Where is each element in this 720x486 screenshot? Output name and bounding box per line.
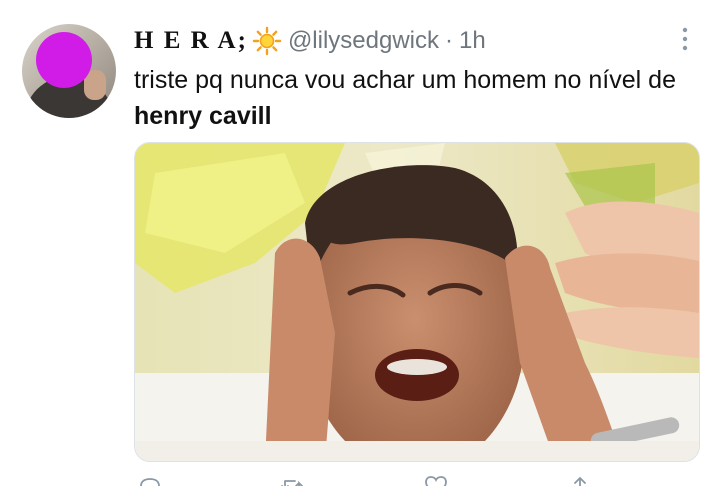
- like-icon[interactable]: [424, 476, 448, 486]
- user-handle[interactable]: @lilysedgwick: [288, 27, 439, 55]
- reply-icon[interactable]: [138, 476, 162, 486]
- tweet[interactable]: H E R A; @lilysedgwick · 1h triste pq nu…: [0, 0, 720, 486]
- display-name[interactable]: H E R A;: [134, 27, 248, 55]
- more-vertical-icon[interactable]: [676, 26, 694, 52]
- tweet-media-image[interactable]: [134, 142, 700, 462]
- avatar[interactable]: [22, 24, 116, 118]
- avatar-face-mask: [36, 32, 92, 88]
- tweet-text: triste pq nunca vou achar um homem no ní…: [134, 62, 700, 134]
- sun-icon: [252, 26, 282, 56]
- tweet-actions: [134, 476, 694, 486]
- retweet-icon[interactable]: [280, 476, 304, 486]
- tweet-text-bold: henry cavill: [134, 102, 272, 130]
- media-photo: [135, 143, 699, 461]
- tweet-header: H E R A; @lilysedgwick · 1h: [134, 26, 486, 56]
- separator-dot: ·: [445, 27, 454, 54]
- tweet-timestamp[interactable]: 1h: [459, 27, 486, 55]
- tweet-text-plain: triste pq nunca vou achar um homem no ní…: [134, 66, 676, 94]
- share-icon[interactable]: [568, 476, 592, 486]
